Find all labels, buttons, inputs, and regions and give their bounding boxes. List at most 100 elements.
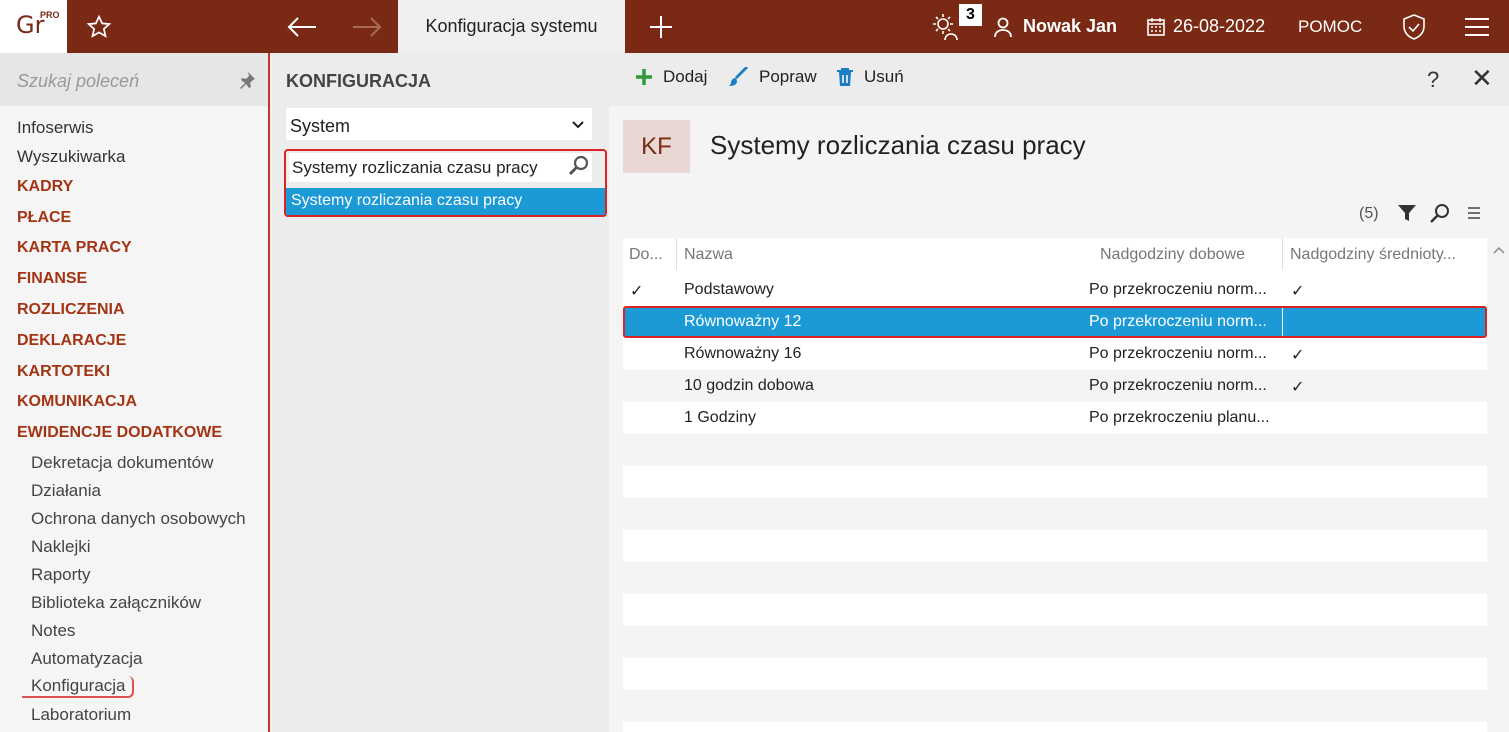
nav-wyszukiwarka[interactable]: Wyszukiwarka [17, 147, 125, 167]
user-icon[interactable] [992, 0, 1018, 53]
cell-daily: Po przekroczeniu norm... [1089, 313, 1267, 330]
table-row[interactable]: ✓ Podstawowy Po przekroczeniu norm... ✓ [623, 274, 1487, 306]
group-select-value: System [290, 116, 351, 136]
nav-cat-ewidencje-dodatkowe[interactable]: EWIDENCJE DODATKOWE [17, 424, 222, 442]
filter-icon[interactable] [1397, 203, 1417, 228]
chevron-down-icon[interactable] [572, 116, 584, 132]
page-title: Systemy rozliczania czasu pracy [710, 130, 1086, 160]
table-row[interactable]: Równoważny 16 Po przekroczeniu norm... ✓ [623, 338, 1487, 370]
notifications-icon[interactable] [928, 0, 960, 53]
col-separator[interactable] [1282, 238, 1283, 270]
configuration-panel: KONFIGURACJA System Systemy rozliczania … [272, 53, 609, 732]
user-name[interactable]: Nowak Jan [1023, 0, 1117, 53]
nav-sub-naklejki[interactable]: Naklejki [31, 537, 91, 557]
nav-cat-kadry[interactable]: KADRY [17, 178, 73, 196]
empty-row [623, 690, 1487, 722]
cell-name: 1 Godziny [684, 409, 757, 426]
nav-sub-notes[interactable]: Notes [31, 621, 75, 641]
group-select[interactable]: System [286, 108, 592, 140]
scroll-up-icon[interactable] [1493, 241, 1505, 257]
brush-icon [729, 67, 748, 86]
add-button-label: Dodaj [663, 67, 708, 86]
top-bar: Gr PRO Konfiguracja systemu 3 Nowak Jan … [0, 0, 1509, 53]
config-search-input[interactable] [289, 153, 592, 182]
cell-daily: Po przekroczeniu norm... [1089, 281, 1267, 298]
cell-avg: ✓ [1291, 347, 1305, 364]
cell-daily: Po przekroczeniu norm... [1089, 345, 1267, 362]
cell-name: Równoważny 12 [684, 313, 802, 330]
panel-title: KONFIGURACJA [286, 71, 432, 91]
nav-sub-laboratorium[interactable]: Laboratorium [31, 705, 131, 725]
cell-daily: Po przekroczeniu norm... [1089, 377, 1267, 394]
cell-name: Podstawowy [684, 281, 774, 298]
help-link[interactable]: POMOC [1298, 0, 1362, 53]
search-result-item[interactable]: Systemy rozliczania czasu pracy [286, 188, 605, 215]
grid-search-icon[interactable] [1429, 203, 1451, 230]
notifications-badge: 3 [959, 4, 982, 26]
current-date[interactable]: 26-08-2022 [1173, 0, 1265, 53]
nav-sub-biblioteka[interactable]: Biblioteka załączników [31, 593, 201, 613]
back-arrow-icon[interactable] [285, 0, 319, 53]
new-tab-plus-icon[interactable] [646, 0, 676, 53]
empty-row [623, 658, 1487, 690]
nav-cat-karta-pracy[interactable]: KARTA PRACY [17, 239, 132, 257]
empty-row [623, 594, 1487, 626]
cell-name: 10 godzin dobowa [684, 377, 814, 394]
nav-cat-komunikacja[interactable]: KOMUNIKACJA [17, 393, 137, 411]
grid-menu-icon[interactable] [1467, 203, 1481, 224]
cell-separator [1282, 308, 1283, 336]
nav-sub-dekretacja[interactable]: Dekretacja dokumentów [31, 453, 213, 473]
table-row-selected[interactable]: Równoważny 12 Po przekroczeniu norm... [623, 306, 1487, 338]
nav-sub-automatyzacja[interactable]: Automatyzacja [31, 649, 143, 669]
nav-cat-deklaracje[interactable]: DEKLARACJE [17, 332, 126, 350]
nav-sub-raporty[interactable]: Raporty [31, 565, 91, 585]
data-grid: Do... Nazwa Nadgodziny dobowe Nadgodziny… [623, 238, 1487, 732]
col-separator[interactable] [676, 238, 677, 270]
calendar-icon[interactable] [1145, 0, 1167, 53]
edit-button[interactable]: Popraw [729, 67, 817, 87]
pin-icon[interactable] [238, 71, 256, 94]
shield-check-icon[interactable] [1400, 0, 1428, 53]
nav-infoserwis[interactable]: Infoserwis [17, 118, 94, 138]
nav-cat-rozliczenia[interactable]: ROZLICZENIA [17, 301, 125, 319]
star-icon[interactable] [84, 0, 114, 53]
table-row[interactable]: 10 godzin dobowa Po przekroczeniu norm..… [623, 370, 1487, 402]
plus-icon [636, 69, 652, 85]
nav-sub-ochrona-danych[interactable]: Ochrona danych osobowych [31, 509, 246, 529]
hamburger-menu-icon[interactable] [1463, 0, 1491, 53]
delete-button-label: Usuń [864, 67, 904, 86]
empty-row [623, 626, 1487, 658]
col-header-avg[interactable]: Nadgodziny średnioty... [1290, 246, 1456, 264]
tab-konfiguracja-systemu[interactable]: Konfiguracja systemu [398, 0, 625, 53]
forward-arrow-icon[interactable] [350, 0, 384, 53]
command-search[interactable]: Szukaj poleceń [0, 53, 268, 106]
nav-sub-dzialania[interactable]: Działania [31, 481, 101, 501]
app-logo[interactable]: Gr PRO [0, 0, 67, 53]
edit-button-label: Popraw [759, 67, 817, 86]
nav-sub-konfiguracja[interactable]: Konfiguracja [22, 676, 134, 698]
col-header-daily[interactable]: Nadgodziny dobowe [1100, 246, 1245, 264]
search-icon[interactable] [568, 155, 590, 182]
close-icon[interactable]: ✕ [1471, 63, 1493, 94]
cell-name: Równoważny 16 [684, 345, 802, 362]
empty-row [623, 434, 1487, 466]
nav-cat-finanse[interactable]: FINANSE [17, 270, 87, 288]
add-button[interactable]: Dodaj [635, 67, 707, 87]
config-search-highlight: Systemy rozliczania czasu pracy [284, 149, 607, 217]
nav-cat-place[interactable]: PŁACE [17, 209, 71, 227]
nav-cat-kartoteki[interactable]: KARTOTEKI [17, 363, 110, 381]
empty-row [623, 466, 1487, 498]
help-question-icon[interactable]: ? [1427, 67, 1439, 93]
col-header-name[interactable]: Nazwa [684, 246, 733, 264]
empty-row [623, 562, 1487, 594]
cell-default: ✓ [630, 283, 644, 300]
content-panel: Dodaj Popraw Usuń ? ✕ KF Systemy rozlicz… [609, 53, 1509, 732]
delete-button[interactable]: Usuń [836, 67, 904, 87]
toolbar: Dodaj Popraw Usuń ? ✕ [609, 53, 1509, 106]
empty-row [623, 498, 1487, 530]
cell-avg: ✓ [1291, 379, 1305, 396]
trash-icon [837, 68, 853, 86]
col-header-default[interactable]: Do... [629, 246, 663, 264]
table-row[interactable]: 1 Godziny Po przekroczeniu planu... [623, 402, 1487, 434]
logo-pro: PRO [40, 10, 60, 20]
